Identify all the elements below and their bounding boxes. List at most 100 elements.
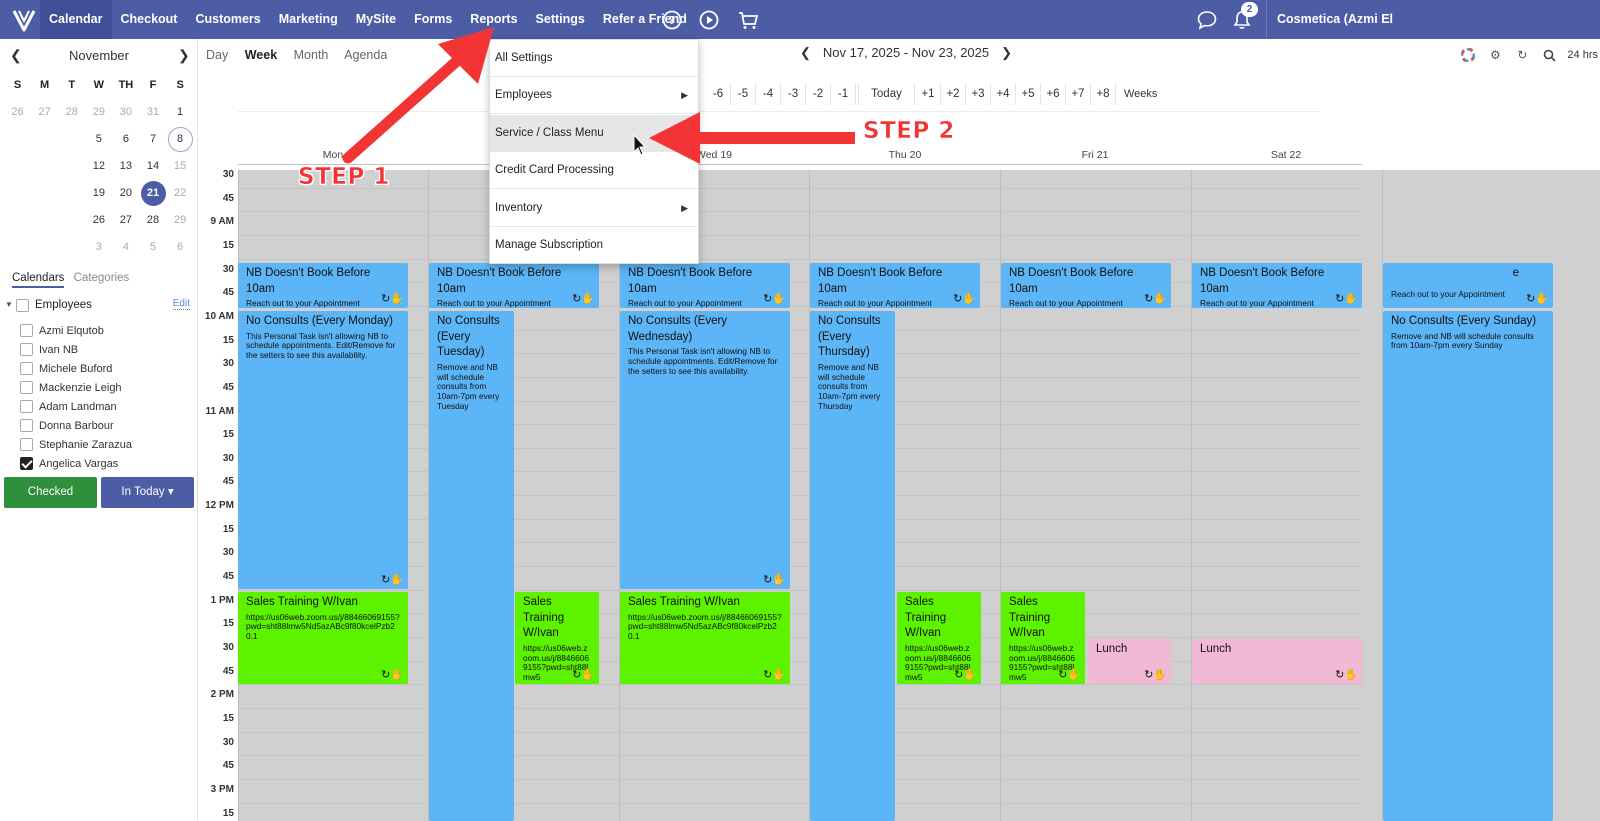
help-icon[interactable]: ? — [661, 9, 683, 31]
week-jump-minus[interactable]: -6 — [706, 83, 731, 105]
mini-calendar-day[interactable]: 26 — [85, 207, 112, 234]
mini-calendar-day[interactable]: 26 — [4, 99, 31, 126]
employee-checkbox[interactable] — [20, 362, 33, 375]
event-nb-fri[interactable]: NB Doesn't Book Before 10am Reach out to… — [1001, 263, 1171, 308]
employee-row[interactable]: Angelica Vargas — [20, 454, 132, 473]
menu-item-inventory[interactable]: Inventory ▶ — [490, 190, 698, 227]
employee-row[interactable]: Mackenzie Leigh — [20, 378, 132, 397]
mini-calendar-day[interactable]: 8 — [167, 126, 194, 153]
selected-day-marker[interactable]: 8 — [167, 127, 193, 152]
menu-item-all-settings[interactable]: All Settings — [490, 40, 698, 77]
event-lunch-sat[interactable]: Lunch ↻✋ — [1192, 639, 1362, 684]
employee-row[interactable]: Michele Buford — [20, 359, 132, 378]
mini-calendar-day[interactable]: 21 — [139, 180, 166, 207]
refresh-icon[interactable]: ↻ — [1514, 47, 1530, 63]
event-nb-sun[interactable]: e Reach out to your Appointment ↻✋ — [1383, 263, 1553, 308]
event-sales-training-fri[interactable]: Sales Training W/Ivan https://us06web.zo… — [1001, 592, 1085, 684]
week-jump-plus[interactable]: +5 — [1016, 83, 1041, 105]
menu-item-credit-card-processing[interactable]: Credit Card Processing — [490, 152, 698, 189]
tab-month[interactable]: Month — [294, 48, 329, 62]
event-no-consults-tue[interactable]: No Consults (Every Tuesday) Remove and N… — [429, 311, 514, 821]
settings-gear-icon[interactable]: ⚙ — [1487, 47, 1503, 63]
week-jump-minus[interactable]: -1 — [831, 83, 856, 105]
mini-calendar-day[interactable]: 31 — [139, 99, 166, 126]
nav-reports[interactable]: Reports — [461, 0, 526, 39]
mini-calendar-day[interactable]: 22 — [167, 180, 194, 207]
event-sales-training-thu[interactable]: Sales Training W/Ivan https://us06web.zo… — [897, 592, 981, 684]
mini-calendar-day[interactable]: 7 — [139, 126, 166, 153]
employees-select-all-checkbox[interactable] — [16, 299, 29, 312]
tab-week[interactable]: Week — [245, 48, 277, 62]
employee-checkbox[interactable] — [20, 400, 33, 413]
mini-calendar-day[interactable]: 12 — [85, 153, 112, 180]
collapse-caret-icon[interactable]: ▼ — [5, 300, 13, 309]
week-jump-plus[interactable]: +8 — [1091, 83, 1116, 105]
mini-calendar-day[interactable]: 6 — [112, 126, 139, 153]
week-jump-today[interactable]: Today — [858, 83, 915, 105]
tab-day[interactable]: Day — [206, 48, 228, 62]
event-nb-sat[interactable]: NB Doesn't Book Before 10am Reach out to… — [1192, 263, 1362, 308]
checked-button[interactable]: Checked — [4, 477, 97, 508]
employee-row[interactable]: Ivan NB — [20, 340, 132, 359]
mini-calendar-day[interactable]: 14 — [139, 153, 166, 180]
nav-customers[interactable]: Customers — [186, 0, 269, 39]
event-sales-training-mon[interactable]: Sales Training W/Ivan https://us06web.zo… — [238, 592, 408, 684]
mini-calendar-day[interactable]: 1 — [167, 99, 194, 126]
event-no-consults-thu[interactable]: No Consults (Every Thursday) Remove and … — [810, 311, 895, 821]
prev-week-arrow-icon[interactable]: ❮ — [800, 45, 811, 60]
nav-mysite[interactable]: MySite — [347, 0, 405, 39]
mini-calendar-day[interactable]: 30 — [112, 99, 139, 126]
tab-calendars[interactable]: Calendars — [12, 272, 65, 288]
nav-forms[interactable]: Forms — [405, 0, 461, 39]
week-jump-plus[interactable]: +7 — [1066, 83, 1091, 105]
employee-checkbox[interactable] — [20, 343, 33, 356]
search-icon[interactable] — [1541, 47, 1557, 63]
week-jump-minus[interactable]: -5 — [731, 83, 756, 105]
mini-calendar-day[interactable]: 28 — [139, 207, 166, 234]
employee-checkbox[interactable] — [20, 419, 33, 432]
event-sales-training-wed[interactable]: Sales Training W/Ivan https://us06web.zo… — [620, 592, 790, 684]
today-marker[interactable]: 21 — [140, 181, 166, 206]
mini-calendar-day[interactable]: 13 — [112, 153, 139, 180]
week-jump-minus[interactable]: -2 — [806, 83, 831, 105]
employee-row[interactable]: Stephanie Zarazua — [20, 435, 132, 454]
menu-item-manage-subscription[interactable]: Manage Subscription — [490, 227, 698, 264]
week-jump-plus[interactable]: +1 — [916, 83, 941, 105]
mini-calendar-day[interactable]: 4 — [112, 234, 139, 261]
event-no-consults-mon[interactable]: No Consults (Every Monday) This Personal… — [238, 311, 408, 589]
event-nb-tue[interactable]: NB Doesn't Book Before 10am Reach out to… — [429, 263, 599, 308]
vagaro-logo-icon[interactable] — [10, 6, 38, 34]
employee-checkbox[interactable] — [20, 381, 33, 394]
nav-marketing[interactable]: Marketing — [270, 0, 347, 39]
employee-row[interactable]: Azmi Elqutob — [20, 321, 132, 340]
event-nb-thu[interactable]: NB Doesn't Book Before 10am Reach out to… — [810, 263, 980, 308]
employee-checkbox[interactable] — [20, 457, 33, 470]
account-switcher[interactable]: Cosmetica (Azmi El — [1266, 0, 1600, 39]
nav-checkout[interactable]: Checkout — [112, 0, 187, 39]
play-video-icon[interactable] — [698, 9, 720, 31]
event-lunch-fri[interactable]: Lunch ↻✋ — [1088, 639, 1171, 684]
cart-icon[interactable] — [737, 9, 759, 31]
employee-row[interactable]: Adam Landman — [20, 397, 132, 416]
week-jump-minus[interactable]: -4 — [756, 83, 781, 105]
event-no-consults-wed[interactable]: No Consults (Every Wednesday) This Perso… — [620, 311, 790, 589]
event-sales-training-tue[interactable]: Sales Training W/Ivan https://us06web.zo… — [515, 592, 599, 684]
mini-calendar-day[interactable]: 19 — [85, 180, 112, 207]
mini-calendar-day[interactable]: 29 — [167, 207, 194, 234]
event-no-consults-sun[interactable]: No Consults (Every Sunday) Remove and NB… — [1383, 311, 1553, 821]
week-jump-plus[interactable]: +3 — [966, 83, 991, 105]
tab-agenda[interactable]: Agenda — [344, 48, 387, 62]
employee-row[interactable]: Donna Barbour — [20, 416, 132, 435]
nav-calendar[interactable]: Calendar — [40, 0, 112, 39]
mini-calendar-day[interactable]: 15 — [167, 153, 194, 180]
color-wheel-icon[interactable] — [1460, 47, 1476, 63]
chat-icon[interactable] — [1196, 9, 1218, 31]
mini-calendar-day[interactable]: 29 — [85, 99, 112, 126]
next-month-arrow-icon[interactable]: ❯ — [178, 47, 190, 64]
hours-toggle[interactable]: 24 hrs — [1567, 49, 1598, 61]
mini-calendar-day[interactable]: 6 — [167, 234, 194, 261]
mini-calendar-day[interactable]: 5 — [85, 126, 112, 153]
event-nb-mon[interactable]: NB Doesn't Book Before 10am Reach out to… — [238, 263, 408, 308]
week-jump-plus[interactable]: +4 — [991, 83, 1016, 105]
mini-calendar-day[interactable]: 20 — [112, 180, 139, 207]
